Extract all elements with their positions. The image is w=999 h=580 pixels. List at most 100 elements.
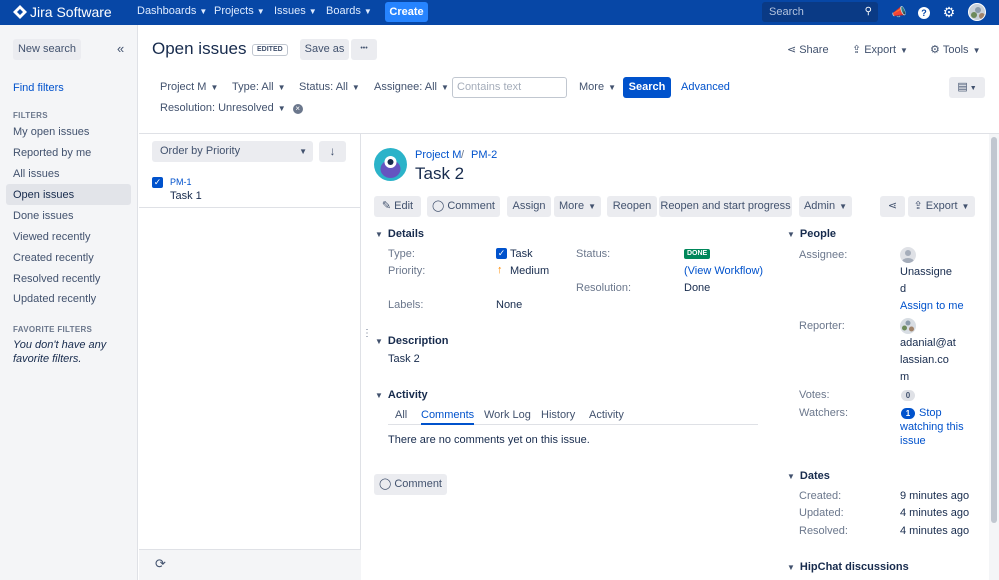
breadcrumb-project-link[interactable]: Project M	[415, 149, 461, 161]
sidebar-item-all-issues[interactable]: All issues	[13, 168, 59, 180]
nav-menu-label: Issues	[274, 5, 306, 17]
export-issue-button[interactable]: ⇪ Export ▼	[908, 196, 975, 217]
share-icon: ⋖	[887, 200, 898, 212]
chevron-down-icon: ▼	[375, 230, 383, 239]
nav-menu-boards[interactable]: Boards ▼	[326, 5, 372, 17]
share-issue-button[interactable]: ⋖	[880, 196, 905, 217]
resolution-filter[interactable]: Resolution: Unresolved ▼ ×	[160, 102, 303, 114]
edit-button[interactable]: ✎ Edit	[374, 196, 421, 217]
collapse-sidebar-icon[interactable]: «	[117, 41, 124, 56]
dates-section-heading[interactable]: ▼ Dates	[787, 470, 830, 482]
sidebar-item-open-issues[interactable]: Open issues	[13, 189, 74, 201]
chevron-down-icon: ▼	[299, 147, 307, 156]
assign-button[interactable]: Assign	[507, 196, 551, 217]
type-filter[interactable]: Type: All ▼	[232, 81, 286, 93]
list-item[interactable]: ✓ PM-1 Task 1	[139, 171, 361, 208]
detail-scrollbar-thumb[interactable]	[991, 137, 997, 523]
sidebar-item-done-issues[interactable]: Done issues	[13, 210, 74, 222]
chevron-down-icon: ▼	[375, 391, 383, 400]
project-avatar	[374, 148, 407, 181]
sidebar-item-resolved-recently[interactable]: Resolved recently	[13, 273, 100, 285]
reporter-label: Reporter:	[799, 320, 845, 332]
labels-label: Labels:	[388, 299, 424, 311]
project-filter[interactable]: Project M ▼	[160, 81, 218, 93]
issue-type-task-icon: ✓	[152, 177, 163, 188]
megaphone-icon[interactable]: 📣	[891, 4, 907, 20]
gear-icon[interactable]: ⚙	[941, 4, 957, 20]
reopen-start-progress-button[interactable]: Reopen and start progress	[659, 196, 792, 217]
tab-all[interactable]: All	[395, 409, 407, 421]
tab-history[interactable]: History	[541, 409, 575, 421]
order-by-select[interactable]: Order by Priority ▼	[152, 141, 313, 162]
advanced-search-link[interactable]: Advanced	[681, 81, 730, 93]
breadcrumb-issue-key-link[interactable]: PM-2	[471, 149, 497, 161]
share-button[interactable]: ⋖ Share	[787, 43, 829, 56]
comment-icon: ◯	[379, 478, 392, 490]
comment-button[interactable]: ◯ Comment	[427, 196, 500, 217]
reporter-value-line3: m	[900, 371, 910, 383]
assignee-value-line2: d	[900, 283, 907, 295]
contains-text-input[interactable]: Contains text	[452, 77, 567, 98]
sort-direction-button[interactable]: ↓	[319, 141, 346, 162]
section-title: Dates	[799, 470, 830, 482]
stop-watching-line1: Stop	[919, 407, 942, 419]
tools-label: Tools	[942, 44, 969, 56]
export-button[interactable]: ⇪ Export ▼	[852, 43, 908, 56]
reopen-button[interactable]: Reopen	[607, 196, 657, 217]
clear-filter-icon[interactable]: ×	[292, 104, 303, 114]
description-section-heading[interactable]: ▼ Description	[375, 335, 448, 347]
activity-section-heading[interactable]: ▼ Activity	[375, 389, 428, 401]
view-workflow-link[interactable]: (View Workflow)	[684, 265, 763, 277]
sidebar-item-created-recently[interactable]: Created recently	[13, 252, 94, 264]
chevron-down-icon: ▼	[787, 472, 795, 481]
more-filter[interactable]: More ▼	[579, 81, 616, 93]
nav-menu-label: Projects	[214, 5, 254, 17]
create-button[interactable]: Create	[385, 2, 428, 22]
nav-menu-issues[interactable]: Issues ▼	[274, 5, 317, 17]
more-actions-button[interactable]: •••	[351, 39, 377, 60]
panel-resize-handle[interactable]: ⋮	[362, 328, 372, 339]
layout-switcher-button[interactable]: ▤ ▼	[949, 77, 985, 98]
assignee-filter[interactable]: Assignee: All ▼	[374, 81, 449, 93]
tab-work-log[interactable]: Work Log	[484, 409, 531, 421]
no-comments-text: There are no comments yet on this issue.	[388, 434, 590, 446]
add-comment-button[interactable]: ◯ Comment	[374, 474, 447, 495]
list-footer	[139, 549, 361, 580]
global-search-input[interactable]: Search ⚲	[762, 2, 878, 22]
tools-button[interactable]: ⚙ Tools ▼	[930, 43, 980, 56]
filter-label: Type: All	[232, 81, 274, 93]
filter-label: More	[579, 81, 605, 93]
people-section-heading[interactable]: ▼ People	[787, 228, 836, 240]
sidebar-item-viewed-recently[interactable]: Viewed recently	[13, 231, 90, 243]
new-search-button[interactable]: New search	[13, 39, 81, 60]
votes-count-badge[interactable]: 0	[901, 390, 915, 401]
admin-button[interactable]: Admin ▼	[799, 196, 852, 217]
find-filters-link[interactable]: Find filters	[13, 82, 64, 94]
tab-activity[interactable]: Activity	[589, 409, 624, 421]
comment-label: Comment	[447, 200, 495, 212]
section-title: HipChat discussions	[799, 561, 909, 573]
assign-to-me-link[interactable]: Assign to me	[900, 300, 964, 312]
issue-title: Task 2	[415, 164, 465, 183]
details-section-heading[interactable]: ▼ Details	[375, 228, 424, 240]
sidebar-item-updated-recently[interactable]: Updated recently	[13, 293, 96, 305]
user-avatar[interactable]	[968, 3, 986, 21]
share-label: Share	[799, 44, 829, 56]
nav-menu-dashboards[interactable]: Dashboards ▼	[137, 5, 207, 17]
nav-menu-projects[interactable]: Projects ▼	[214, 5, 265, 17]
status-filter[interactable]: Status: All ▼	[299, 81, 360, 93]
search-button[interactable]: Search	[623, 77, 671, 98]
sidebar-item-reported-by-me[interactable]: Reported by me	[13, 147, 91, 159]
hipchat-section-heading[interactable]: ▼ HipChat discussions	[787, 561, 909, 573]
save-as-button[interactable]: Save as	[300, 39, 349, 60]
tab-comments[interactable]: Comments	[421, 409, 475, 425]
created-value: 9 minutes ago	[900, 490, 970, 502]
stop-watching-link[interactable]: Stop watching this issue	[900, 406, 980, 448]
more-button[interactable]: More ▼	[554, 196, 601, 217]
resolved-label: Resolved:	[799, 525, 848, 537]
help-icon[interactable]: ?	[916, 4, 932, 20]
sidebar-item-my-open-issues[interactable]: My open issues	[13, 126, 89, 138]
jira-diamond-icon	[13, 5, 27, 19]
refresh-icon[interactable]: ⟳	[155, 556, 166, 572]
section-title: People	[799, 228, 836, 240]
